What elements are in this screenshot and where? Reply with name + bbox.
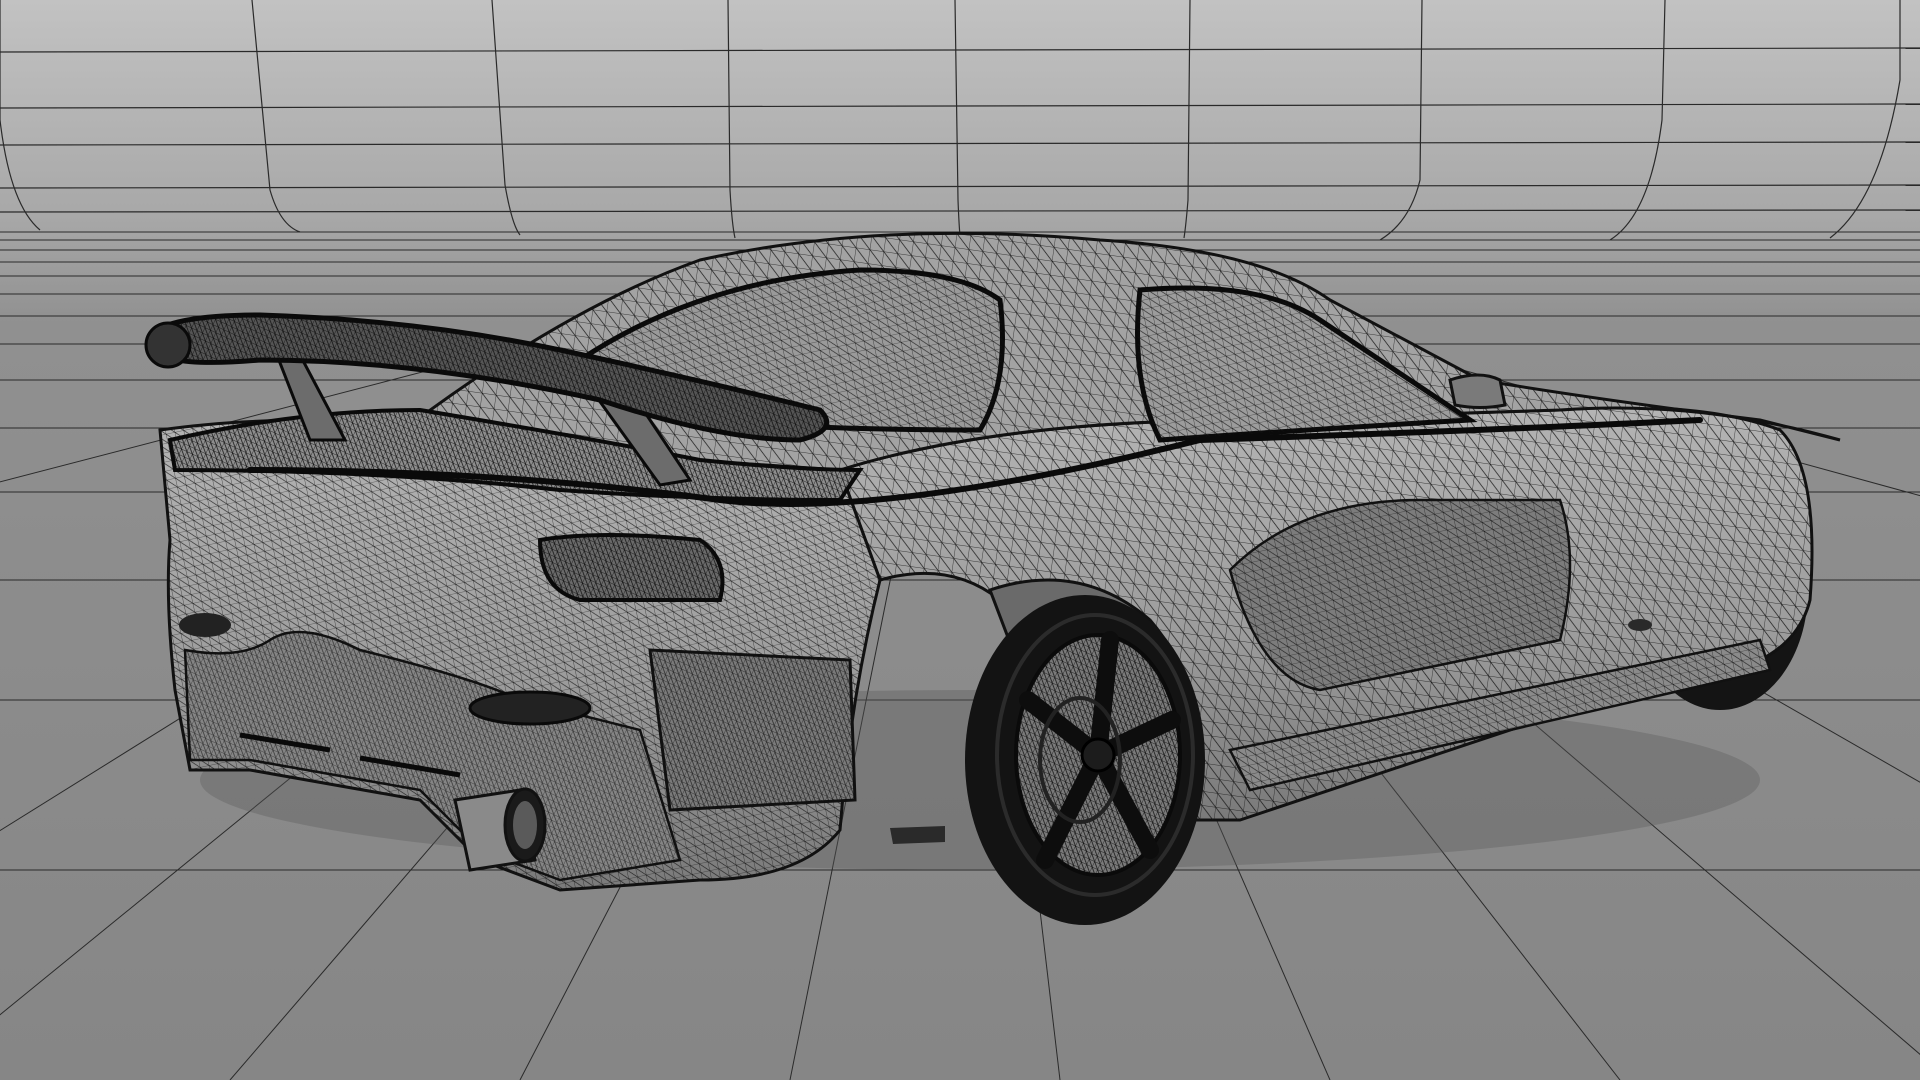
exhaust-tip: [453, 787, 547, 872]
rear-fog-lamp-left: [179, 613, 231, 637]
wing-endplate-left: [144, 321, 192, 369]
render-viewport: [0, 0, 1920, 1080]
side-marker: [890, 826, 945, 844]
fuel-door: [1628, 619, 1652, 631]
wireframe-render: [0, 0, 1920, 1080]
side-mirror: [1448, 373, 1507, 409]
rear-fog-lamp: [468, 690, 592, 726]
